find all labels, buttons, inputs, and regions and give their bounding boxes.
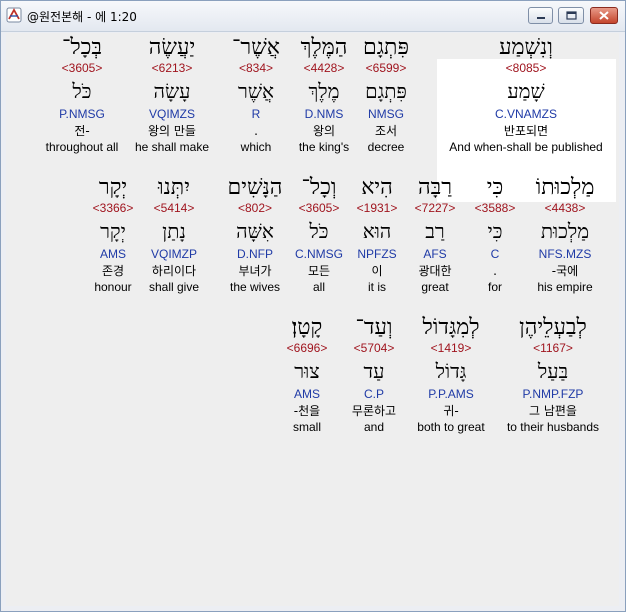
korean-gloss: 귀- — [443, 404, 459, 418]
strong-number-link[interactable]: <6696> — [287, 341, 328, 355]
maximize-icon — [565, 11, 577, 20]
hebrew-word: קָטָן׃ — [291, 315, 323, 340]
korean-gloss: -천을 — [293, 404, 321, 418]
morphology-code: C.P — [363, 387, 384, 401]
lexical-form: אֲשֶׁר — [238, 79, 274, 103]
morphology-code: P.NMP.FZP — [522, 387, 584, 401]
hebrew-word: וְנִשְׁמַע — [499, 35, 553, 60]
korean-gloss: 존경 — [101, 264, 125, 278]
window-title: @원전본해 - 에 1:20 — [27, 10, 137, 24]
lexical-form: עָשָׂה — [153, 79, 191, 103]
english-gloss: small — [292, 420, 321, 434]
lexical-form: גָּדוֹל — [435, 359, 467, 383]
korean-gloss: 왕의 — [312, 124, 336, 138]
word-block[interactable]: וְנִשְׁמַע <8085> שָׁמַע C.VNAMZS 반포되면 And wh… — [449, 35, 602, 154]
hebrew-word: לְבַעְלֵיהֶן — [519, 315, 587, 340]
korean-gloss: 그 남편을 — [529, 404, 577, 418]
korean-gloss: 반포되면 — [503, 124, 549, 138]
lexical-form: אִשָּׁה — [236, 219, 274, 243]
hebrew-word: יְקָר — [98, 175, 128, 200]
morphology-code: P.NMSG — [59, 107, 105, 121]
app-window: @원전본해 - 에 1:20 וְנִשְׁמַע <8085> שָׁמַע C.V… — [0, 0, 626, 612]
english-gloss: to their husbands — [506, 420, 600, 434]
lexical-form: כֹּל — [72, 79, 92, 103]
korean-gloss: 왕의 만들 — [148, 124, 196, 138]
strong-number-link[interactable]: <3605> — [62, 61, 103, 75]
english-gloss: honour — [94, 280, 132, 294]
korean-gloss: 모든 — [307, 264, 331, 278]
word-block[interactable]: קָטָן׃ <6696> צוּר AMS -천을 small — [251, 315, 363, 434]
morphology-code: C — [490, 247, 500, 261]
lexical-form: כֹּל — [309, 219, 329, 243]
word-block[interactable]: לְבַעְלֵיהֶן <1167> בַּעַל P.NMP.FZP 그 남편을 to… — [497, 315, 609, 434]
lexical-form: עַד — [363, 359, 385, 383]
korean-gloss: 부녀가 — [238, 264, 272, 278]
english-gloss: And when-shall be published — [449, 140, 603, 154]
morphology-code: P.P.AMS — [428, 387, 474, 401]
minimize-button[interactable] — [528, 7, 553, 24]
word-block[interactable]: יְקָר <3366> יְקָר AMS 존경 honour — [57, 175, 169, 294]
strong-number-link[interactable]: <1419> — [431, 341, 472, 355]
strong-number-link[interactable]: <834> — [239, 61, 273, 75]
close-button[interactable] — [590, 7, 618, 24]
minimize-icon — [536, 16, 545, 19]
english-gloss: he shall make — [134, 140, 210, 154]
strong-number-link[interactable]: <1167> — [533, 341, 573, 355]
morphology-code: VQIMZS — [148, 107, 195, 121]
strong-number-link[interactable]: <3366> — [93, 201, 134, 215]
hebrew-word: בְּכָל־ — [61, 35, 103, 60]
morphology-code: AMS — [99, 247, 126, 261]
english-gloss: and — [363, 420, 385, 434]
hebrew-word: הַנָּשִׁים — [227, 175, 283, 200]
korean-gloss: -국에 — [551, 264, 579, 278]
korean-gloss: . — [493, 264, 497, 278]
english-gloss: the wives — [229, 280, 281, 294]
morphology-code: AMS — [293, 387, 320, 401]
morphology-code: C.VNAMZS — [494, 107, 557, 121]
hebrew-word: יַעֲשֶׂה — [148, 35, 196, 60]
hebrew-word: אֲשֶׁר־ — [231, 35, 280, 60]
lexical-form: בַּעַל — [537, 359, 569, 383]
lexical-form: יְקָר — [100, 219, 126, 243]
morphology-code: D.NFP — [237, 247, 273, 261]
maximize-button[interactable] — [558, 7, 584, 24]
word-block[interactable]: בְּכָל־ <3605> כֹּל P.NMSG 전-throughout all — [26, 35, 138, 154]
english-gloss: which — [240, 140, 272, 154]
strong-number-link[interactable]: <6213> — [152, 61, 193, 75]
strong-number-link[interactable]: <802> — [238, 201, 272, 215]
app-icon[interactable] — [6, 7, 22, 23]
lexical-form: מֶלֶךְ — [308, 79, 340, 103]
english-gloss: throughout all — [45, 140, 119, 154]
lexical-form: צוּר — [294, 359, 320, 383]
morphology-code: R — [251, 107, 261, 121]
hebrew-word: לְמִגָּדוֹל — [422, 315, 480, 340]
korean-gloss: 전- — [74, 124, 90, 138]
english-gloss: all — [312, 280, 325, 294]
strong-number-link[interactable]: <8085> — [506, 61, 547, 75]
interlinear-view: וְנִשְׁמַע <8085> שָׁמַע C.VNAMZS 반포되면 And wh… — [6, 33, 619, 606]
title-bar[interactable]: @원전본해 - 에 1:20 — [1, 1, 625, 32]
lexical-form: שָׁמַע — [507, 79, 545, 103]
korean-gloss: . — [254, 124, 258, 138]
close-icon — [599, 11, 609, 20]
